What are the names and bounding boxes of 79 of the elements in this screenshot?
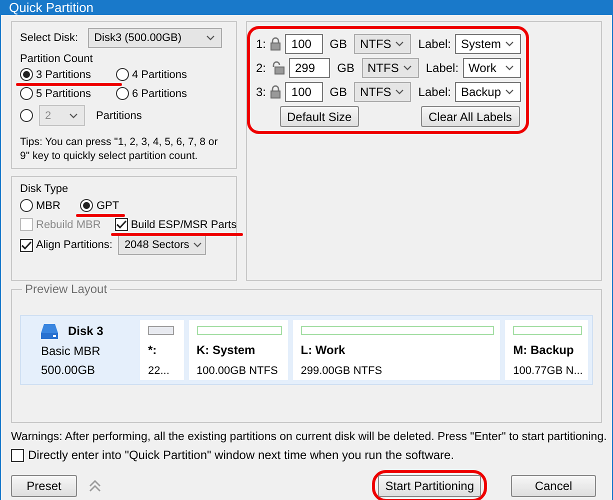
caret-icon xyxy=(402,64,412,70)
group-title: Preview Layout xyxy=(22,282,110,296)
partition-name: K: System xyxy=(196,343,256,357)
radio-label: 3 Partitions xyxy=(36,68,92,80)
filesystem-dropdown[interactable]: NTFS xyxy=(354,34,412,54)
disk-size: 500.00GB xyxy=(41,363,96,377)
partition-block[interactable]: K: System 100.00GB NTFS xyxy=(188,320,288,380)
checkbox[interactable] xyxy=(114,218,128,231)
unit-label: GB xyxy=(337,60,354,74)
label-caption: Label: xyxy=(426,60,459,74)
caret-icon xyxy=(395,88,404,94)
label-dropdown[interactable]: System xyxy=(455,34,521,54)
partition-info: 299.00GB NTFS xyxy=(300,365,384,377)
label-caption: Label: xyxy=(418,84,451,98)
radio-button[interactable] xyxy=(116,68,129,81)
unit-label: GB xyxy=(330,36,347,50)
partition-name: M: Backup xyxy=(513,343,575,357)
radio-button[interactable] xyxy=(80,199,94,212)
cancel-button[interactable]: Cancel xyxy=(511,475,596,497)
radio-label: 5 Partitions xyxy=(36,88,92,100)
disk-name: Disk 3 xyxy=(68,324,104,338)
alignment-dropdown[interactable]: 2048 Sectors xyxy=(118,235,206,255)
disk-dropdown[interactable]: Disk3 (500.00GB) xyxy=(88,28,222,48)
partition-number: 1: xyxy=(256,36,266,50)
caret-icon xyxy=(206,35,216,41)
size-field[interactable]: 100 xyxy=(285,34,323,54)
clear-labels-button[interactable]: Clear All Labels xyxy=(420,106,520,127)
checkbox[interactable] xyxy=(20,238,33,252)
lock-icon[interactable] xyxy=(270,84,282,98)
partition-block[interactable]: M: Backup 100.77GB N... xyxy=(505,320,588,380)
partition-block[interactable]: L: Work 299.00GB NTFS xyxy=(292,320,500,380)
label-dropdown[interactable]: Backup xyxy=(455,82,521,102)
caret-icon xyxy=(505,64,514,70)
window-title: Quick Partition xyxy=(8,0,95,15)
group-title: Partition Count xyxy=(20,53,94,65)
caret-icon xyxy=(505,88,514,94)
preset-button[interactable]: Preset xyxy=(11,475,77,497)
filesystem-dropdown[interactable]: NTFS xyxy=(354,82,412,102)
partition-number: 2: xyxy=(256,60,268,74)
default-size-button[interactable]: Default Size xyxy=(280,106,359,127)
lock-icon[interactable] xyxy=(270,36,282,50)
label-caption: Label: xyxy=(418,36,451,50)
label-dropdown[interactable]: Work xyxy=(462,58,521,78)
radio-label: GPT xyxy=(96,200,120,212)
radio-label: Partitions xyxy=(96,110,142,122)
tips-text: Tips: You can press "1, 2, 3, 4, 5, 6, 7, 8 or 9" key to quickly select partition count. xyxy=(20,135,219,163)
partition-info: 100.77GB N... xyxy=(513,365,582,377)
checkbox[interactable] xyxy=(11,448,24,462)
checkbox-label: Directly enter into "Quick Partition" window next time when you run the software. xyxy=(28,448,454,462)
caret-icon xyxy=(505,40,514,46)
radio-button[interactable] xyxy=(20,68,33,81)
group-title: Disk Type xyxy=(20,183,70,195)
partition-name: L: Work xyxy=(300,343,346,357)
partition-name: *: xyxy=(148,343,158,357)
partition-info: 100.00GB NTFS xyxy=(196,365,279,377)
radio-label: 4 Partitions xyxy=(132,68,188,80)
caret-icon xyxy=(395,40,404,46)
partition-info: 22... xyxy=(148,365,170,377)
unit-label: GB xyxy=(330,84,347,98)
caret-icon xyxy=(69,112,78,118)
select-disk-label: Select Disk: xyxy=(20,32,78,44)
start-button[interactable]: Start Partitioning xyxy=(378,475,481,497)
radio-button[interactable] xyxy=(116,87,129,100)
size-field[interactable]: 299 xyxy=(289,58,330,78)
disk-type: Basic MBR xyxy=(41,344,102,358)
checkbox-label: Align Partitions: xyxy=(36,239,112,251)
checkbox-label: Rebuild MBR xyxy=(36,218,101,230)
radio-label: 6 Partitions xyxy=(132,88,188,100)
caret-icon xyxy=(193,242,202,248)
checkbox-label: Build ESP/MSR Parts xyxy=(130,218,237,230)
radio-label: MBR xyxy=(36,200,60,212)
radio-button[interactable] xyxy=(20,199,33,212)
radio-button[interactable] xyxy=(20,87,33,100)
disk-icon xyxy=(41,323,58,339)
partition-number: 3: xyxy=(256,84,266,98)
filesystem-dropdown[interactable]: NTFS xyxy=(362,58,419,78)
partition-block[interactable]: *: 22... xyxy=(140,320,184,380)
unlock-icon[interactable] xyxy=(272,60,285,74)
size-field[interactable]: 100 xyxy=(285,82,323,102)
